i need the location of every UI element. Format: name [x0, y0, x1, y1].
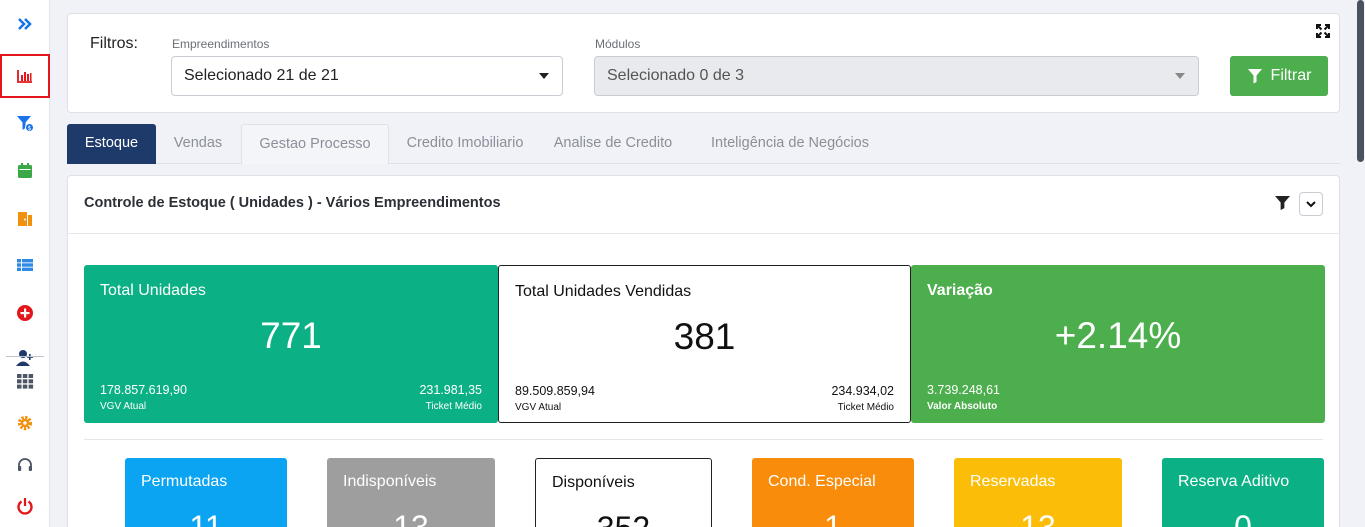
- stat-card-total-vendidas: Total Unidades Vendidas 381 89.509.859,9…: [498, 265, 911, 423]
- mini-value: 352: [536, 510, 711, 527]
- collapse-button[interactable]: [1299, 192, 1323, 216]
- empreendimentos-value: Selecionado 21 de 21: [184, 67, 339, 84]
- filter-icon: [1247, 69, 1262, 84]
- headset-icon[interactable]: [0, 450, 50, 480]
- scrollbar-thumb[interactable]: [1357, 0, 1364, 162]
- sidebar: $: [0, 0, 50, 527]
- estoque-panel: Controle de Estoque ( Unidades ) - Vário…: [67, 175, 1340, 527]
- empreendimentos-label: Empreendimentos: [172, 37, 270, 51]
- page-scrollbar[interactable]: [1356, 0, 1365, 527]
- stat-value: 381: [673, 316, 736, 357]
- stat-vgv-label: VGV Atual: [100, 401, 147, 412]
- power-icon[interactable]: [0, 491, 50, 521]
- mini-card-disponiveis: Disponíveis 352: [535, 458, 712, 527]
- mini-value: 1: [824, 509, 842, 527]
- filtrar-button[interactable]: Filtrar: [1230, 56, 1328, 96]
- bar-chart-icon[interactable]: [0, 54, 50, 98]
- mini-card-cond-especial: Cond. Especial 1: [752, 458, 914, 527]
- tab-vendas[interactable]: Vendas: [163, 124, 233, 164]
- sidebar-divider: [6, 356, 44, 357]
- modulos-label: Módulos: [595, 37, 641, 51]
- tab-credito-imobiliario[interactable]: Credito Imobiliario: [397, 124, 533, 164]
- expand-icon[interactable]: [1315, 23, 1331, 39]
- mini-title: Disponíveis: [552, 474, 635, 491]
- filter-dollar-icon[interactable]: $: [0, 108, 50, 138]
- mini-value: 13: [1020, 509, 1056, 527]
- divider: [84, 439, 1323, 440]
- filter-card: Filtros: Empreendimentos Selecionado 21 …: [67, 13, 1340, 113]
- filters-title: Filtros:: [90, 35, 138, 52]
- stat-value: 771: [260, 315, 322, 356]
- filter-icon[interactable]: [1275, 195, 1290, 210]
- empreendimentos-select[interactable]: Selecionado 21 de 21: [171, 56, 563, 96]
- gear-icon[interactable]: [0, 408, 50, 438]
- mini-value: 13: [393, 509, 429, 527]
- mini-card-indisponiveis: Indisponíveis 13: [327, 458, 495, 527]
- caret-down-icon: [539, 73, 549, 79]
- tab-bar: Estoque Vendas Gestao Processo Credito I…: [67, 124, 1340, 164]
- mini-title: Cond. Especial: [768, 473, 876, 490]
- svg-text:$: $: [28, 125, 32, 132]
- mini-title: Reserva Aditivo: [1178, 473, 1290, 490]
- panel-header: Controle de Estoque ( Unidades ) - Vário…: [68, 176, 1339, 234]
- mini-title: Reservadas: [970, 473, 1056, 490]
- stat-ticket-label: Ticket Médio: [837, 402, 894, 413]
- stat-card-total-unidades: Total Unidades 771 178.857.619,90 VGV At…: [84, 265, 498, 423]
- stat-vgv-value: 89.509.859,94: [515, 384, 595, 398]
- mini-card-reservadas: Reservadas 13: [954, 458, 1122, 527]
- plus-circle-icon[interactable]: [0, 298, 50, 328]
- calendar-icon[interactable]: [0, 156, 50, 186]
- grid-apps-icon[interactable]: [0, 366, 50, 396]
- panel-title: Controle de Estoque ( Unidades ) - Vário…: [84, 195, 501, 211]
- mini-card-reserva-aditivo: Reserva Aditivo 0: [1162, 458, 1324, 527]
- stat-ticket-value: 231.981,35: [419, 383, 482, 397]
- mini-title: Indisponíveis: [343, 473, 437, 490]
- filtrar-label: Filtrar: [1270, 67, 1312, 84]
- modulos-value: Selecionado 0 de 3: [607, 67, 744, 84]
- stat-vgv-label: VGV Atual: [515, 402, 562, 413]
- tab-gestao-processo[interactable]: Gestao Processo: [241, 124, 389, 164]
- tab-analise-de-credito[interactable]: Analise de Credito: [549, 124, 677, 164]
- double-chevron-right-icon[interactable]: [0, 9, 50, 39]
- stat-title: Total Unidades: [100, 282, 206, 299]
- mini-card-permutadas: Permutadas 11: [125, 458, 287, 527]
- stat-title: Total Unidades Vendidas: [515, 283, 692, 300]
- stat-absolute-value: 3.739.248,61: [927, 383, 1000, 397]
- stat-vgv-value: 178.857.619,90: [100, 383, 187, 397]
- stat-ticket-label: Ticket Médio: [425, 401, 482, 412]
- tab-estoque[interactable]: Estoque: [67, 124, 156, 164]
- stat-value: +2.14%: [1054, 315, 1182, 356]
- mini-value: 0: [1234, 509, 1252, 527]
- door-exit-icon[interactable]: [0, 204, 50, 234]
- mini-value: 11: [189, 509, 223, 527]
- table-list-icon[interactable]: [0, 250, 50, 280]
- modulos-select[interactable]: Selecionado 0 de 3: [594, 56, 1199, 96]
- mini-title: Permutadas: [141, 473, 228, 490]
- stat-card-variacao: Variação +2.14% 3.739.248,61 Valor Absol…: [911, 265, 1325, 423]
- stat-ticket-value: 234.934,02: [831, 384, 894, 398]
- tab-inteligencia-de-negocios[interactable]: Inteligência de Negócios: [705, 124, 875, 164]
- chevron-down-icon: [1306, 201, 1316, 208]
- stat-absolute-label: Valor Absoluto: [927, 401, 998, 412]
- caret-down-icon: [1175, 73, 1185, 79]
- stat-title: Variação: [927, 282, 993, 299]
